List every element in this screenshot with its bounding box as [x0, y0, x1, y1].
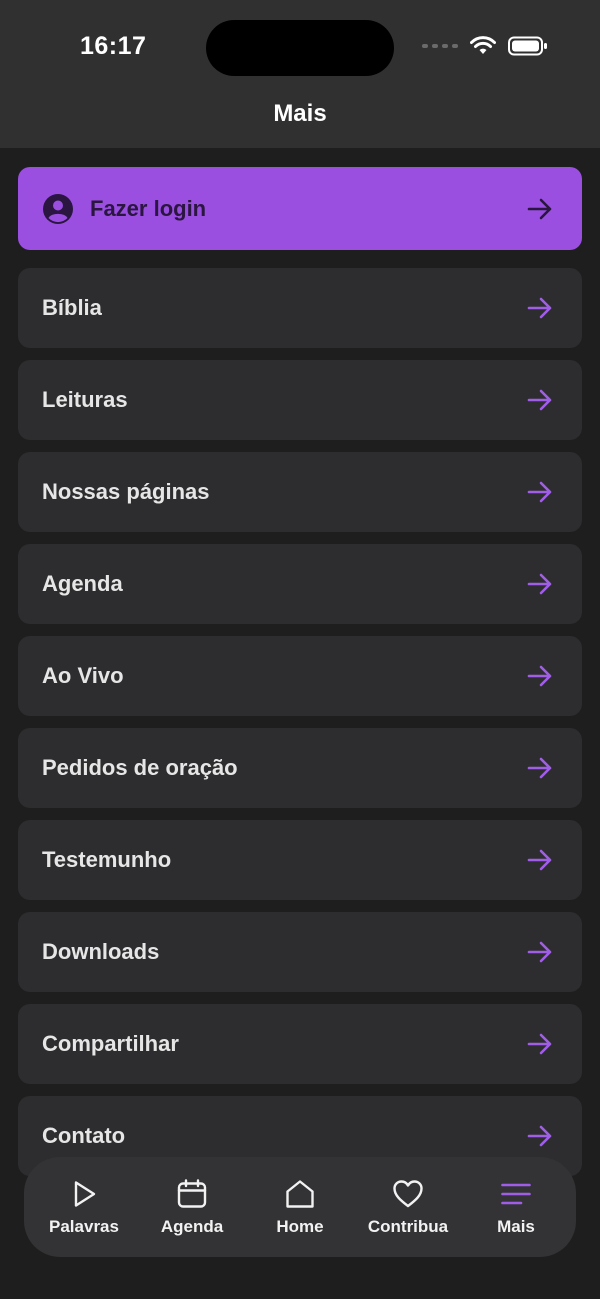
tab-label: Agenda	[160, 1217, 224, 1236]
login-label: Fazer login	[90, 195, 207, 221]
login-button[interactable]: Fazer login	[18, 167, 582, 250]
menu-item-pedidos-de-oracao[interactable]: Pedidos de oração	[18, 728, 582, 808]
menu-item-label: Nossas páginas	[42, 479, 210, 504]
menu-item-label: Compartilhar	[42, 1031, 179, 1056]
status-icons	[422, 36, 548, 56]
tab-palavras[interactable]: Palavras	[32, 1177, 136, 1237]
menu-item-label: Ao Vivo	[42, 663, 124, 688]
tab-label: Palavras	[49, 1217, 119, 1236]
menu-item-agenda[interactable]: Agenda	[18, 544, 582, 624]
dynamic-island	[206, 20, 394, 76]
menu-item-label: Bíblia	[42, 295, 102, 320]
home-icon	[283, 1177, 317, 1211]
menu-item-label: Agenda	[42, 571, 123, 596]
tab-agenda[interactable]: Agenda	[140, 1177, 244, 1237]
menu-item-label: Leituras	[42, 387, 128, 412]
menu-item-testemunho[interactable]: Testemunho	[18, 820, 582, 900]
header: 16:17 Mais	[0, 0, 600, 148]
arrow-right-icon	[526, 846, 554, 874]
arrow-right-icon	[526, 294, 554, 322]
wifi-icon	[470, 36, 496, 54]
menu-item-ao-vivo[interactable]: Ao Vivo	[18, 636, 582, 716]
menu-item-label: Testemunho	[42, 847, 172, 872]
arrow-right-icon	[526, 195, 554, 223]
menu-item-downloads[interactable]: Downloads	[18, 912, 582, 992]
arrow-right-icon	[526, 1122, 554, 1150]
tab-label: Home	[276, 1217, 324, 1236]
user-circle-icon	[42, 193, 74, 225]
arrow-right-icon	[526, 938, 554, 966]
menu-item-compartilhar[interactable]: Compartilhar	[18, 1004, 582, 1084]
menu-item-label: Pedidos de oração	[42, 755, 238, 780]
heart-icon	[391, 1177, 425, 1211]
menu-icon	[499, 1177, 533, 1211]
calendar-icon	[175, 1177, 209, 1211]
arrow-right-icon	[526, 1030, 554, 1058]
page-title: Mais	[273, 100, 327, 127]
arrow-right-icon	[526, 754, 554, 782]
menu-item-nossas-paginas[interactable]: Nossas páginas	[18, 452, 582, 532]
menu-item-label: Downloads	[42, 939, 160, 964]
arrow-right-icon	[526, 570, 554, 598]
tab-label: Contribua	[367, 1217, 449, 1236]
battery-icon	[508, 36, 547, 56]
tab-mais[interactable]: Mais	[464, 1177, 568, 1237]
arrow-right-icon	[526, 386, 554, 414]
menu-item-biblia[interactable]: Bíblia	[18, 268, 582, 348]
arrow-right-icon	[526, 662, 554, 690]
menu-item-leituras[interactable]: Leituras	[18, 360, 582, 440]
cellular-signal-icon	[422, 44, 458, 48]
status-time: 16:17	[80, 32, 147, 60]
tab-contribua[interactable]: Contribua	[356, 1177, 460, 1237]
play-icon	[67, 1177, 101, 1211]
menu-list: Fazer login Bíblia Leituras Nossas págin…	[18, 167, 582, 1188]
tab-bar: Palavras Agenda Home Contribua Mais	[24, 1157, 576, 1257]
tab-label: Mais	[497, 1217, 535, 1236]
screen: 16:17 Mais Fazer login Bíblia Leituras N…	[0, 0, 600, 1299]
arrow-right-icon	[526, 478, 554, 506]
tab-home[interactable]: Home	[248, 1177, 352, 1237]
menu-item-label: Contato	[42, 1123, 126, 1148]
